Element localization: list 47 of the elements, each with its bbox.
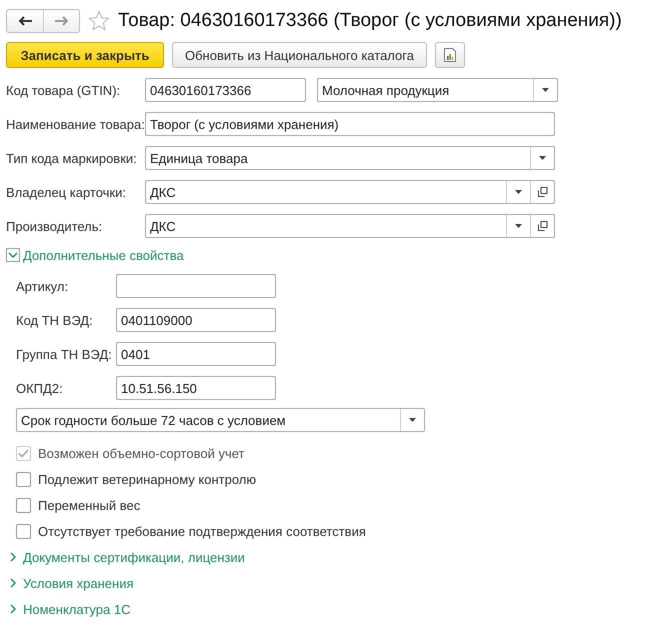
windows-icon xyxy=(538,221,548,231)
windows-icon xyxy=(538,187,548,197)
select-field[interactable]: Единица товара xyxy=(145,146,555,170)
chart-document-icon xyxy=(444,48,456,62)
checkbox-label: Отсутствует требование подтверждения соответствия xyxy=(38,524,366,538)
field-label: Артикул: xyxy=(16,278,70,294)
checkbox-label: Подлежит ветеринарному контролю xyxy=(38,472,256,486)
chevron-down-icon[interactable] xyxy=(6,248,20,262)
checkbox[interactable] xyxy=(16,472,31,486)
field-label: Код товара (GTIN): xyxy=(6,82,122,98)
select-field[interactable]: ДКС xyxy=(145,214,555,238)
input-field[interactable]: 0401 xyxy=(116,342,276,366)
input-field[interactable] xyxy=(116,274,276,298)
section-title[interactable]: Номенклатура 1С xyxy=(23,602,130,616)
save-and-close-button[interactable]: Записать и закрыть xyxy=(6,42,164,68)
caret-down-icon xyxy=(515,224,522,228)
checkbox-label: Переменный вес xyxy=(38,498,140,512)
report-button[interactable] xyxy=(434,42,465,68)
field-label: ОКПД2: xyxy=(16,380,64,396)
checkbox-label: Возможен объемно-сортовой учет xyxy=(38,446,244,460)
window-title: Товар: 04630160173366 (Творог (с условиями хранения)) xyxy=(118,10,622,32)
caret-down-icon xyxy=(409,418,416,422)
caret-down-icon xyxy=(539,156,546,160)
checkbox[interactable] xyxy=(16,498,31,512)
input-field[interactable]: Творог (с условиями хранения) xyxy=(145,112,555,136)
checkbox[interactable] xyxy=(16,524,31,538)
caret-down-icon xyxy=(542,88,549,92)
field-label: Производитель: xyxy=(6,218,104,234)
input-field[interactable]: 04630160173366 xyxy=(145,78,306,102)
field-label: Код ТН ВЭД: xyxy=(16,312,94,328)
input-field[interactable]: 10.51.56.150 xyxy=(116,376,276,400)
update-button[interactable]: Обновить из Национального каталога xyxy=(172,42,427,68)
field-label: Владелец карточки: xyxy=(6,184,127,200)
field-label: Тип кода маркировки: xyxy=(6,150,138,166)
section-title[interactable]: Условия хранения xyxy=(23,576,134,590)
select-field[interactable]: Молочная продукция xyxy=(317,78,558,102)
caret-down-icon xyxy=(515,190,522,194)
field-label: Группа ТН ВЭД: xyxy=(16,346,113,362)
arrow-right-icon xyxy=(55,16,68,26)
field-label: Наименование товара: xyxy=(6,116,145,132)
section-title[interactable]: Документы сертификации, лицензии xyxy=(23,550,245,564)
arrow-left-icon xyxy=(18,16,32,26)
select-field[interactable]: Срок годности больше 72 часов с условием xyxy=(16,408,425,432)
section-title[interactable]: Дополнительные свойства xyxy=(23,248,184,262)
input-field[interactable]: 0401109000 xyxy=(116,308,276,332)
star-icon[interactable] xyxy=(88,10,110,32)
select-field[interactable]: ДКС xyxy=(145,180,555,204)
